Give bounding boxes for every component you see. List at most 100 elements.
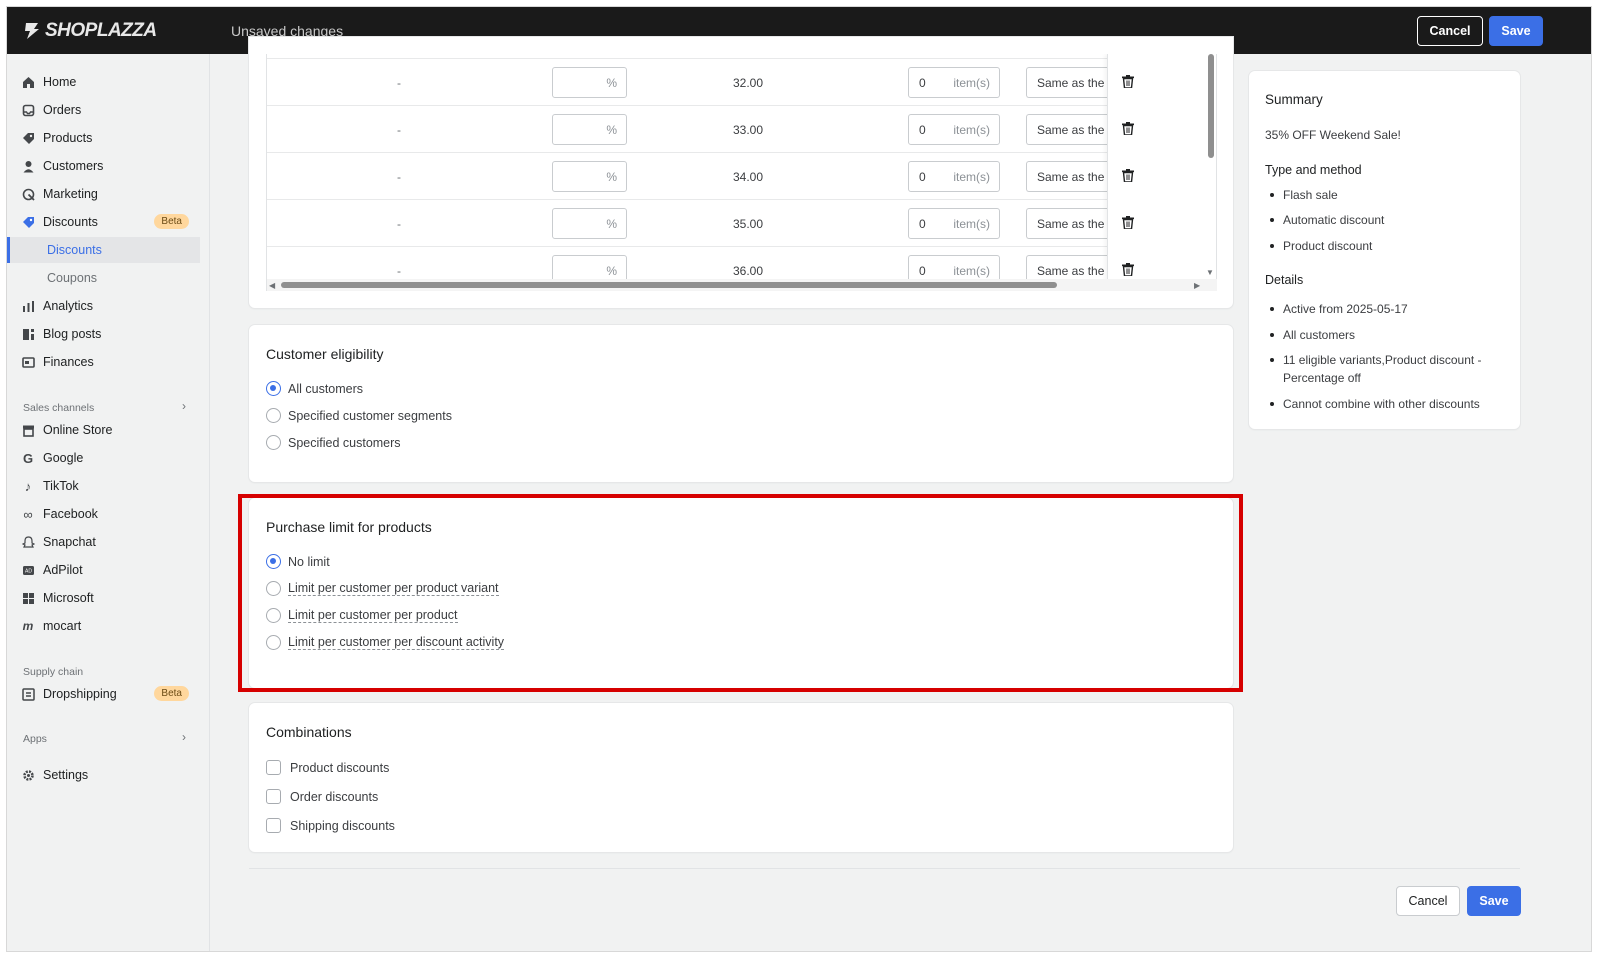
horizontal-scrollbar[interactable]: ◀ ▶ [267,279,1217,291]
quantity-input[interactable]: 0 item(s) [908,67,1000,98]
trash-icon[interactable] [1122,75,1134,88]
customer-eligibility-card: Customer eligibility All customers Speci… [249,325,1233,482]
quantity-input[interactable]: 0 item(s) [908,161,1000,192]
scroll-left-arrow-icon[interactable]: ◀ [269,281,275,290]
checkbox-shipping-discounts[interactable]: Shipping discounts [266,818,395,833]
purchase-limit-select[interactable]: Same as the product [1026,208,1116,239]
type-method-heading: Type and method [1265,163,1362,177]
shoplazza-logo-icon [25,23,39,39]
radio-button[interactable] [266,554,281,569]
table-cell: - [397,76,401,90]
trash-icon[interactable] [1122,216,1134,229]
vertical-scrollbar[interactable] [1208,54,1214,158]
dropshipping-icon [21,687,35,701]
quantity-value: 0 [919,123,926,137]
radio-button[interactable] [266,635,281,650]
price-cell: 35.00 [733,217,764,231]
checkbox[interactable] [266,760,281,775]
supply-chain-label: Supply chain [23,666,84,678]
quantity-unit: item(s) [953,217,990,231]
sidebar-item-tiktok[interactable]: ♪ TikTok [21,473,201,499]
discount-percent-input[interactable]: % [552,208,627,239]
radio-button[interactable] [266,608,281,623]
horizontal-scroll-thumb[interactable] [281,282,1057,288]
checkbox-label: Product discounts [290,760,390,775]
sidebar-item-label: Settings [43,768,89,782]
purchase-limit-select[interactable]: Same as the product [1026,114,1116,145]
sidebar-item-dropshipping[interactable]: Dropshipping Beta [21,681,201,707]
top-cancel-button[interactable]: Cancel [1417,16,1483,46]
sidebar-item-customers[interactable]: Customers [21,153,201,179]
radio-label: Limit per customer per product [288,608,458,623]
quantity-unit: item(s) [953,76,990,90]
table-row: - % 34.00 0 item(s) Same as the product [267,152,1216,199]
radio-button[interactable] [266,581,281,596]
chevron-right-icon[interactable]: › [182,730,186,744]
sales-channels-label: Sales channels [23,402,95,414]
sidebar-item-discounts[interactable]: Discounts Beta [21,209,201,235]
sidebar-item-marketing[interactable]: Marketing [21,181,201,207]
snapchat-icon [21,535,35,549]
quantity-input[interactable]: 0 item(s) [908,208,1000,239]
footer-save-button[interactable]: Save [1467,886,1521,916]
finance-icon [21,355,35,369]
radio-button[interactable] [266,435,281,450]
radio-specified-customers[interactable]: Specified customers [266,435,401,450]
beta-badge: Beta [154,686,189,701]
sidebar-item-snapchat[interactable]: Snapchat [21,529,201,555]
summary-list-item: Active from 2025-05-17 [1270,302,1408,316]
discount-percent-input[interactable]: % [552,161,627,192]
sidebar-item-analytics[interactable]: Analytics [21,293,201,319]
sidebar-item-google[interactable]: G Google [21,445,201,471]
sidebar-item-label: Marketing [43,187,98,201]
sidebar-item-blog-posts[interactable]: Blog posts [21,321,201,347]
radio-limit-per-discount-activity[interactable]: Limit per customer per discount activity [266,635,505,650]
sidebar-subitem-discounts[interactable]: Discounts [7,237,200,263]
scroll-down-arrow-icon[interactable]: ▼ [1206,268,1214,277]
chevron-right-icon[interactable]: › [182,399,186,413]
table-cell: - [397,217,401,231]
svg-text:AD: AD [25,568,32,574]
trash-icon[interactable] [1122,169,1134,182]
logo[interactable]: SHOPLAZZA [23,20,157,42]
discount-percent-input[interactable]: % [552,67,627,98]
sidebar-item-facebook[interactable]: ∞ Facebook [21,501,201,527]
sidebar-item-products[interactable]: Products [21,125,201,151]
checkbox-order-discounts[interactable]: Order discounts [266,789,378,804]
sidebar-item-label: mocart [43,619,82,633]
trash-icon[interactable] [1122,122,1134,135]
summary-list-item: 11 eligible variants,Product discount - … [1270,351,1498,387]
sidebar-item-settings[interactable]: Settings [21,762,201,788]
checkbox[interactable] [266,818,281,833]
radio-no-limit[interactable]: No limit [266,554,330,569]
radio-limit-per-product[interactable]: Limit per customer per product [266,608,458,623]
sidebar-item-adpilot[interactable]: AD AdPilot [21,557,201,583]
quantity-input[interactable]: 0 item(s) [908,114,1000,145]
radio-all-customers[interactable]: All customers [266,381,363,396]
sidebar-item-microsoft[interactable]: Microsoft [21,585,201,611]
top-save-button[interactable]: Save [1489,16,1543,46]
sidebar-item-orders[interactable]: Orders [21,97,201,123]
radio-specified-segments[interactable]: Specified customer segments [266,408,452,423]
radio-label: Limit per customer per product variant [288,581,499,596]
sidebar-item-online-store[interactable]: Online Store [21,417,201,443]
checkbox[interactable] [266,789,281,804]
discount-percent-input[interactable]: % [552,114,627,145]
sidebar-subitem-coupons[interactable]: Coupons [7,265,200,291]
sidebar-item-finances[interactable]: Finances [21,349,201,375]
sidebar-item-mocart[interactable]: m mocart [21,613,201,639]
sidebar-item-label: Orders [43,103,82,117]
purchase-limit-select[interactable]: Same as the product [1026,161,1116,192]
purchase-limit-select[interactable]: Same as the product [1026,67,1116,98]
checkbox-product-discounts[interactable]: Product discounts [266,760,389,775]
scroll-right-arrow-icon[interactable]: ▶ [1194,281,1200,290]
radio-button[interactable] [266,381,281,396]
radio-label: All customers [288,381,364,396]
footer-cancel-button[interactable]: Cancel [1396,886,1460,916]
trash-icon[interactable] [1122,263,1134,276]
radio-limit-per-variant[interactable]: Limit per customer per product variant [266,581,499,596]
radio-button[interactable] [266,408,281,423]
quantity-unit: item(s) [953,264,990,278]
sidebar-item-home[interactable]: Home [21,69,201,95]
table-cell: - [397,123,401,137]
